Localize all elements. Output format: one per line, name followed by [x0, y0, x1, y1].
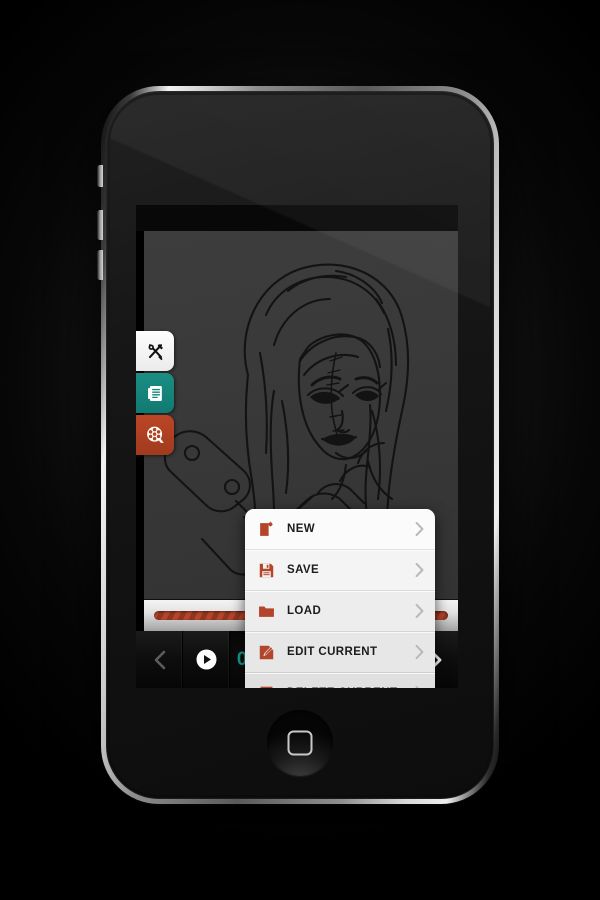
home-button[interactable]	[267, 710, 333, 776]
pages-tab[interactable]	[136, 373, 174, 413]
menu-item-delete-current[interactable]: DELETE CURRENT	[245, 673, 435, 688]
menu-item-label: SAVE	[287, 564, 320, 576]
silent-switch[interactable]	[97, 165, 103, 187]
phone-screen: 01 OF 01	[136, 205, 458, 688]
menu-item-edit-current[interactable]: EDIT CURRENT	[245, 632, 435, 673]
menu-item-label: NEW	[287, 523, 316, 535]
play-button[interactable]	[183, 631, 230, 688]
settings-popup-menu: NEW SAVE LOAD EDIT CURRENT	[245, 509, 435, 688]
new-document-icon	[260, 520, 274, 536]
play-icon	[196, 649, 216, 670]
menu-item-label: EDIT CURRENT	[287, 646, 378, 658]
pencil-edit-icon	[259, 645, 274, 659]
menu-item-save[interactable]: SAVE	[245, 550, 435, 591]
home-square-icon	[287, 730, 313, 756]
chevron-right-icon	[415, 644, 424, 660]
chevron-right-icon	[415, 521, 424, 537]
phone-device: 01 OF 01	[97, 86, 499, 804]
floppy-disk-icon	[259, 563, 274, 577]
folder-icon	[259, 606, 274, 617]
chevron-right-icon	[415, 685, 420, 688]
tools-icon	[148, 343, 163, 360]
chevron-right-icon	[415, 603, 424, 619]
side-tab-strip	[136, 331, 174, 457]
menu-item-new[interactable]: NEW	[245, 509, 435, 550]
menu-item-label: LOAD	[287, 605, 322, 617]
volume-up-button[interactable]	[97, 210, 103, 240]
trash-can-icon	[260, 686, 273, 688]
film-tab[interactable]	[136, 415, 174, 455]
film-reel-icon	[147, 426, 164, 443]
menu-item-load[interactable]: LOAD	[245, 591, 435, 632]
tools-tab[interactable]	[136, 331, 174, 371]
screen-top-strip	[136, 205, 458, 231]
chevron-right-icon	[415, 562, 424, 578]
chevron-left-icon	[154, 650, 165, 669]
previous-button[interactable]	[136, 631, 183, 688]
volume-down-button[interactable]	[97, 250, 103, 280]
menu-item-label: DELETE CURRENT	[287, 687, 397, 688]
document-icon	[147, 385, 162, 401]
